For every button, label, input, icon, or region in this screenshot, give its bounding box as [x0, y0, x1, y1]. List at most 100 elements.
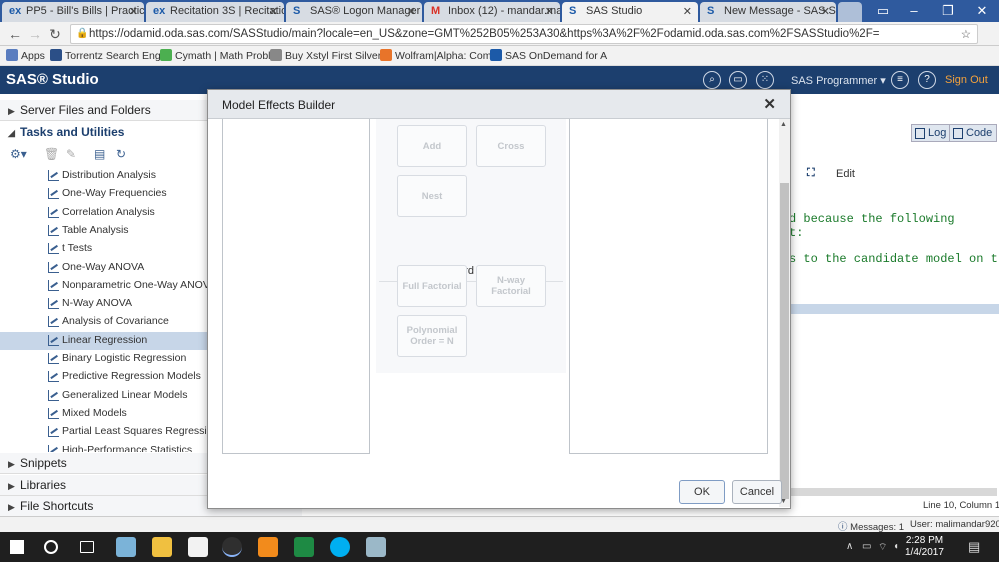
folder-icon[interactable]: ▭: [729, 71, 747, 89]
wifi-icon[interactable]: ⌔: [878, 541, 887, 554]
tab-favicon: ex: [9, 5, 22, 17]
model-effects-list[interactable]: [569, 119, 768, 454]
minimize-icon[interactable]: –: [897, 0, 931, 22]
refresh-icon[interactable]: ↻: [116, 147, 126, 161]
browser-tab[interactable]: ex PP5 - Bill's Bills | Practic ✕: [2, 2, 144, 22]
add-button[interactable]: Add: [397, 125, 467, 167]
scroll-thumb[interactable]: [780, 183, 789, 499]
profile-icon[interactable]: ▭: [866, 0, 900, 22]
full-factorial-button[interactable]: Full Factorial: [397, 265, 467, 307]
task-item[interactable]: One-Way ANOVA: [0, 259, 208, 277]
new-tab-button[interactable]: [838, 2, 862, 22]
close-tab-icon[interactable]: ✕: [129, 5, 138, 18]
bookmark-apps[interactable]: Apps: [6, 49, 45, 62]
bookmark-item[interactable]: Buy Xstyl First Silver F: [270, 49, 391, 62]
bookmark-item[interactable]: Wolfram|Alpha: Comp: [380, 49, 497, 62]
browser-tab[interactable]: S New Message - SAS Su ✕: [700, 2, 836, 22]
browser-tab[interactable]: M Inbox (12) - mandar.ma ✕: [424, 2, 560, 22]
skype-icon[interactable]: [330, 537, 350, 557]
task-label: Analysis of Covariance: [62, 315, 169, 328]
task-item[interactable]: High-Performance Statistics: [0, 442, 208, 452]
task-chart-icon: [48, 444, 59, 452]
close-icon[interactable]: ✕: [763, 95, 776, 113]
close-tab-icon[interactable]: ✕: [269, 5, 278, 18]
system-clock[interactable]: 2:28 PM 1/4/2017: [905, 535, 944, 559]
close-window-icon[interactable]: ✕: [965, 0, 999, 22]
log-button[interactable]: Log: [911, 124, 952, 142]
close-tab-icon[interactable]: ✕: [545, 5, 554, 18]
volume-icon[interactable]: ◖: [893, 541, 899, 552]
tray-up-icon[interactable]: ∧: [846, 541, 853, 552]
task-view-icon[interactable]: [80, 541, 94, 553]
task-item[interactable]: Analysis of Covariance: [0, 313, 208, 331]
browser-tab[interactable]: S SAS® Logon Manager ✕: [286, 2, 422, 22]
browser-tab-active[interactable]: S SAS Studio ✕: [562, 2, 698, 22]
task-item[interactable]: Linear Regression: [0, 331, 208, 350]
horizontal-scrollbar[interactable]: [789, 488, 997, 496]
task-item[interactable]: Binary Logistic Regression: [0, 350, 208, 368]
sign-out-link[interactable]: Sign Out: [945, 74, 988, 86]
bookmark-item[interactable]: Cymath | Math Proble: [160, 49, 276, 62]
url-input[interactable]: 🔒 https://odamid.oda.sas.com/SASStudio/m…: [70, 24, 978, 44]
ok-button[interactable]: OK: [679, 480, 725, 504]
task-item[interactable]: Mixed Models: [0, 405, 208, 423]
close-tab-icon[interactable]: ✕: [683, 5, 692, 18]
user-role-menu[interactable]: SAS Programmer ▾: [791, 74, 886, 87]
forward-icon[interactable]: →: [26, 25, 44, 43]
app-icon[interactable]: [366, 537, 386, 557]
task-chart-icon: [48, 298, 59, 310]
task-label: High-Performance Statistics: [62, 443, 193, 452]
nest-button[interactable]: Nest: [397, 175, 467, 217]
back-icon[interactable]: ←: [6, 25, 24, 43]
code-button[interactable]: Code: [949, 124, 998, 142]
menu-icon[interactable]: ≡: [891, 71, 909, 89]
notifications-icon[interactable]: ▤: [968, 539, 980, 555]
close-tab-icon[interactable]: ✕: [821, 5, 830, 18]
cancel-button[interactable]: Cancel: [732, 480, 782, 504]
apps-grid-icon[interactable]: ⁙: [756, 71, 774, 89]
polynomial-button[interactable]: Polynomial Order = N: [397, 315, 467, 357]
task-item[interactable]: Correlation Analysis: [0, 204, 208, 222]
reload-icon[interactable]: ↻: [46, 25, 64, 43]
new-task-icon[interactable]: ⚙▾: [10, 147, 27, 161]
browser-tab[interactable]: ex Recitation 3S | Recitatio ✕: [146, 2, 284, 22]
cortana-icon[interactable]: [44, 540, 58, 554]
variables-list[interactable]: [222, 119, 370, 454]
excel-icon[interactable]: [294, 537, 314, 557]
dialog-title-bar[interactable]: Model Effects Builder ✕: [208, 90, 790, 119]
task-item[interactable]: N-Way ANOVA: [0, 295, 208, 313]
windows-start-icon[interactable]: [10, 540, 24, 554]
edit-task-icon[interactable]: ✎: [66, 147, 76, 161]
star-icon[interactable]: ☆: [961, 27, 971, 41]
vertical-scrollbar[interactable]: ▲ ▼: [779, 119, 790, 507]
cross-button[interactable]: Cross: [476, 125, 546, 167]
scroll-up-icon[interactable]: ▲: [780, 121, 787, 128]
task-item[interactable]: Distribution Analysis: [0, 167, 208, 185]
find-icon[interactable]: ⛶: [807, 167, 815, 180]
task-item[interactable]: Nonparametric One-Way ANOVA: [0, 277, 216, 295]
task-item[interactable]: Table Analysis: [0, 222, 208, 240]
search-icon[interactable]: ⌕: [703, 71, 721, 89]
task-item[interactable]: Partial Least Squares Regression: [0, 423, 218, 441]
store-icon[interactable]: [188, 537, 208, 557]
file-explorer-icon[interactable]: [152, 537, 172, 557]
task-item[interactable]: t Tests: [0, 240, 208, 258]
messages-indicator[interactable]: ⓘ Messages: 1: [838, 519, 904, 533]
delete-icon[interactable]: 🗑: [44, 147, 59, 161]
expand-icon: ▶: [8, 106, 15, 116]
app-icon[interactable]: [116, 537, 136, 557]
help-icon[interactable]: ?: [918, 71, 936, 89]
properties-icon[interactable]: ▤: [94, 147, 105, 161]
task-item[interactable]: Predictive Regression Models: [0, 368, 208, 386]
close-tab-icon[interactable]: ✕: [407, 5, 416, 18]
chrome-icon[interactable]: [222, 537, 242, 557]
vlc-icon[interactable]: [258, 537, 278, 557]
maximize-icon[interactable]: ❐: [931, 0, 965, 22]
bookmark-item[interactable]: SAS OnDemand for A: [490, 49, 607, 62]
task-item[interactable]: Generalized Linear Models: [0, 387, 208, 405]
bookmark-item[interactable]: Torrentz Search Engin: [50, 49, 169, 62]
network-icon[interactable]: ▭: [862, 541, 871, 552]
task-item[interactable]: One-Way Frequencies: [0, 185, 208, 203]
nway-factorial-button[interactable]: N-way Factorial: [476, 265, 546, 307]
edit-menu[interactable]: Edit: [836, 168, 855, 180]
